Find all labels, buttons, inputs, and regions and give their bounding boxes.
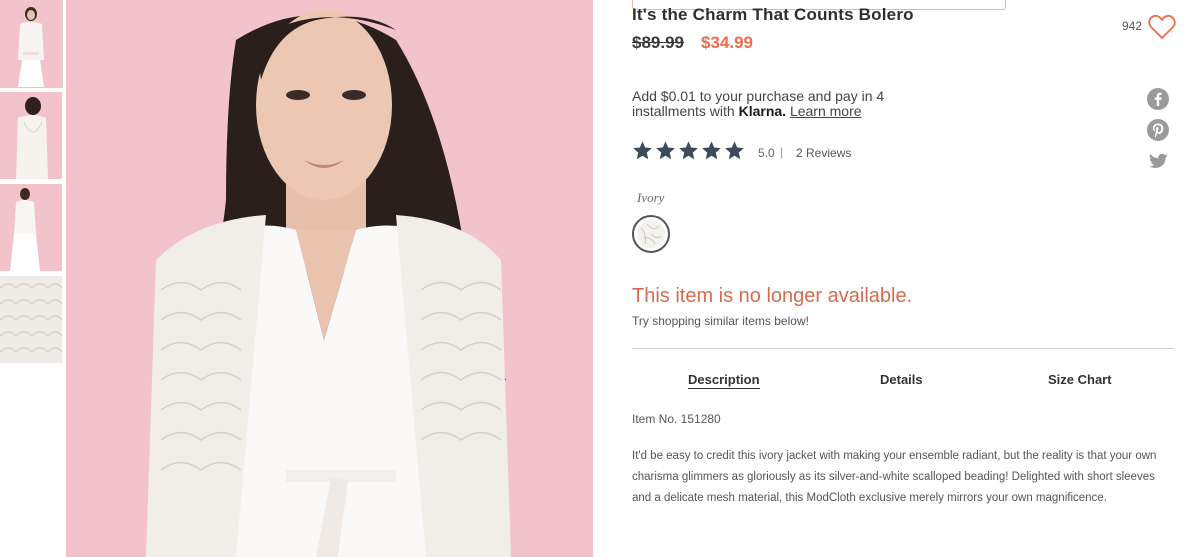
- twitter-icon[interactable]: [1146, 150, 1170, 174]
- star-icon: [633, 141, 652, 160]
- pinterest-icon[interactable]: [1146, 118, 1170, 142]
- heart-icon[interactable]: [1148, 14, 1176, 40]
- favorites-count: 942: [1121, 19, 1142, 33]
- unavailable-message: This item is no longer available.: [632, 285, 913, 307]
- star-icon: [725, 141, 744, 160]
- main-product-image[interactable]: [66, 0, 593, 557]
- facebook-icon[interactable]: [1146, 87, 1170, 111]
- star-icon: [702, 141, 721, 160]
- thumbnail-image-1[interactable]: [0, 0, 63, 88]
- learn-more-link[interactable]: Learn more: [790, 103, 862, 119]
- klarna-installments: Add $0.01 to your purchase and pay in 4 …: [632, 89, 922, 119]
- star-icon: [656, 141, 675, 160]
- star-icon: [679, 141, 698, 160]
- thumbnail-image-2[interactable]: [0, 92, 62, 179]
- star-rating: [632, 140, 745, 161]
- unavailable-subtext: Try shopping similar items below!: [632, 314, 809, 328]
- color-label: Ivory: [637, 190, 665, 205]
- tab-details[interactable]: Details: [880, 372, 923, 387]
- tab-description[interactable]: Description: [688, 372, 760, 389]
- product-title: It's the Charm That Counts Bolero: [632, 5, 914, 24]
- sale-price: $34.99: [701, 33, 753, 52]
- rating-separator: |: [780, 145, 784, 159]
- klarna-brand: Klarna.: [738, 103, 787, 119]
- rating-value: 5.0: [758, 146, 775, 160]
- tab-size-chart[interactable]: Size Chart: [1048, 372, 1112, 387]
- original-price: $89.99: [632, 33, 684, 52]
- reviews-link[interactable]: 2 Reviews: [796, 146, 851, 160]
- color-swatch-ivory[interactable]: [632, 215, 670, 253]
- divider: [632, 348, 1174, 349]
- thumbnail-image-4[interactable]: [0, 276, 62, 363]
- swatch-pattern: [637, 220, 665, 248]
- item-number: Item No. 151280: [632, 412, 721, 426]
- thumbnail-image-3[interactable]: [0, 184, 62, 271]
- description-text: It'd be easy to credit this ivory jacket…: [632, 450, 1157, 504]
